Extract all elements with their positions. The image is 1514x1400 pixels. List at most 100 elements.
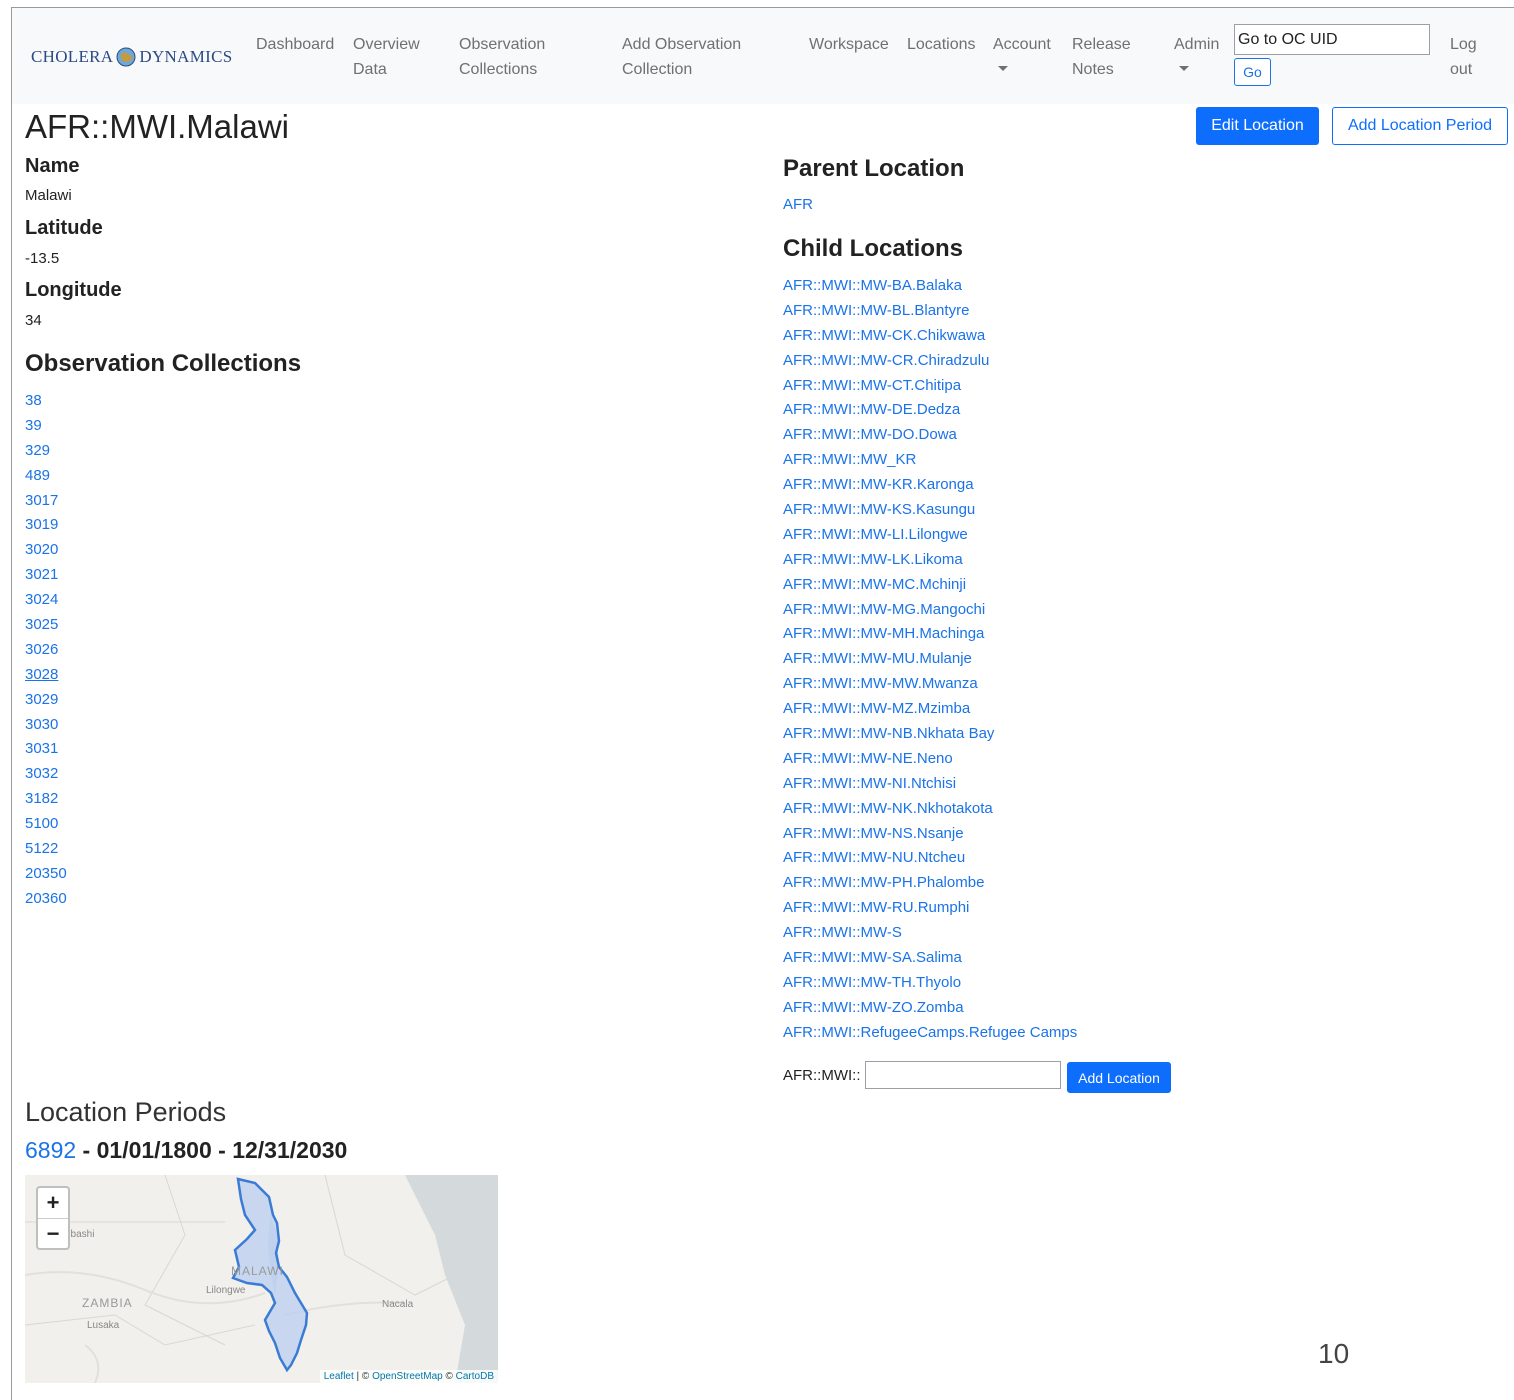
brand-logo[interactable]: CHOLERA DYNAMICS xyxy=(31,46,232,68)
child-location-link[interactable]: AFR::MWI::MW-ZO.Zomba xyxy=(783,999,964,1016)
nav-observation-collections[interactable]: Observation Collections xyxy=(459,32,545,82)
oc-link[interactable]: 38 xyxy=(25,392,42,409)
latitude-label: Latitude xyxy=(25,217,103,239)
oc-link[interactable]: 3024 xyxy=(25,591,58,608)
list-item: AFR::MWI::MW-MZ.Mzimba xyxy=(783,697,1077,722)
leaflet-link[interactable]: Leaflet xyxy=(324,1371,354,1382)
nav-logout[interactable]: Log out xyxy=(1450,32,1477,82)
add-location-button[interactable]: Add Location xyxy=(1067,1062,1171,1093)
zoom-out-button[interactable]: − xyxy=(38,1218,68,1248)
openstreetmap-link[interactable]: OpenStreetMap xyxy=(372,1371,443,1382)
list-item: AFR::MWI::MW-BL.Blantyre xyxy=(783,299,1077,324)
child-location-link[interactable]: AFR::MWI::MW-CR.Chiradzulu xyxy=(783,352,989,369)
nav-locations[interactable]: Locations xyxy=(907,32,976,57)
zoom-in-button[interactable]: + xyxy=(38,1188,68,1218)
nav-account-dropdown[interactable]: Account xyxy=(993,32,1051,71)
child-location-link[interactable]: AFR::MWI::MW-PH.Phalombe xyxy=(783,874,984,891)
child-location-link[interactable]: AFR::MWI::MW-NS.Nsanje xyxy=(783,825,964,842)
child-location-link[interactable]: AFR::MWI::MW-NE.Neno xyxy=(783,750,953,767)
nav-overview-data[interactable]: Overview Data xyxy=(353,32,420,82)
list-item: AFR::MWI::MW-RU.Rumphi xyxy=(783,896,1077,921)
oc-link[interactable]: 3017 xyxy=(25,492,58,509)
cartodb-link[interactable]: CartoDB xyxy=(456,1371,494,1382)
child-location-link[interactable]: AFR::MWI::MW-NK.Nkhotakota xyxy=(783,800,993,817)
slide-page-number: 10 xyxy=(1318,1338,1350,1369)
list-item: AFR::MWI::MW-PH.Phalombe xyxy=(783,871,1077,896)
add-location-input[interactable] xyxy=(865,1061,1061,1089)
child-location-link[interactable]: AFR::MWI::MW-TH.Thyolo xyxy=(783,974,961,991)
parent-location-link[interactable]: AFR xyxy=(783,196,813,213)
caret-down-icon xyxy=(998,66,1008,71)
list-item: 5100 xyxy=(25,812,67,837)
child-location-link[interactable]: AFR::MWI::MW-RU.Rumphi xyxy=(783,899,969,916)
child-location-link[interactable]: AFR::MWI::MW-CK.Chikwawa xyxy=(783,327,985,344)
nav-dashboard[interactable]: Dashboard xyxy=(256,32,334,57)
child-location-link[interactable]: AFR::MWI::MW-BA.Balaka xyxy=(783,277,962,294)
nav-obs-line2: Collections xyxy=(459,61,538,78)
child-location-link[interactable]: AFR::MWI::MW-KR.Karonga xyxy=(783,476,974,493)
map-ocean xyxy=(405,1175,498,1383)
oc-link[interactable]: 329 xyxy=(25,442,50,459)
list-item: AFR::MWI::MW-NE.Neno xyxy=(783,747,1077,772)
location-period-entry: 6892 - 01/01/1800 - 12/31/2030 xyxy=(25,1137,347,1164)
child-location-link[interactable]: AFR::MWI::MW-DE.Dedza xyxy=(783,401,960,418)
child-location-link[interactable]: AFR::MWI::MW-S xyxy=(783,924,902,941)
child-location-link[interactable]: AFR::MWI::MW-CT.Chitipa xyxy=(783,377,961,394)
location-period-link[interactable]: 6892 xyxy=(25,1137,76,1163)
child-location-link[interactable]: AFR::MWI::MW-SA.Salima xyxy=(783,949,962,966)
child-location-link[interactable]: AFR::MWI::MW-MW.Mwanza xyxy=(783,675,978,692)
child-location-link[interactable]: AFR::MWI::MW-KS.Kasungu xyxy=(783,501,975,518)
nav-workspace[interactable]: Workspace xyxy=(809,32,889,57)
oc-link[interactable]: 3031 xyxy=(25,740,58,757)
oc-link-hovered[interactable]: 3028 xyxy=(25,666,58,683)
add-location-period-button[interactable]: Add Location Period xyxy=(1332,107,1508,145)
child-location-link[interactable]: AFR::MWI::MW-BL.Blantyre xyxy=(783,302,969,319)
child-location-link[interactable]: AFR::MWI::MW-LK.Likoma xyxy=(783,551,963,568)
list-item: AFR::MWI::MW-S xyxy=(783,921,1077,946)
oc-link[interactable]: 3030 xyxy=(25,716,58,733)
oc-link[interactable]: 3020 xyxy=(25,541,58,558)
oc-link[interactable]: 20350 xyxy=(25,865,67,882)
oc-link[interactable]: 3029 xyxy=(25,691,58,708)
list-item: AFR::MWI::MW-MU.Mulanje xyxy=(783,647,1077,672)
oc-link[interactable]: 3032 xyxy=(25,765,58,782)
oc-link[interactable]: 3182 xyxy=(25,790,58,807)
list-item: 3017 xyxy=(25,489,67,514)
nav-release-notes[interactable]: Release Notes xyxy=(1072,32,1131,82)
child-location-link[interactable]: AFR::MWI::MW-MC.Mchinji xyxy=(783,576,966,593)
nav-release-line2: Notes xyxy=(1072,61,1114,78)
child-location-link[interactable]: AFR::MWI::MW_KR xyxy=(783,451,916,468)
oc-link[interactable]: 3019 xyxy=(25,516,58,533)
child-location-link[interactable]: AFR::MWI::MW-LI.Lilongwe xyxy=(783,526,968,543)
nav-addobs-line2: Collection xyxy=(622,61,693,78)
oc-go-button[interactable]: Go xyxy=(1234,58,1271,86)
child-location-link[interactable]: AFR::MWI::MW-NB.Nkhata Bay xyxy=(783,725,994,742)
child-location-link[interactable]: AFR::MWI::MW-MH.Machinga xyxy=(783,625,984,642)
child-location-link[interactable]: AFR::MWI::MW-NU.Ntcheu xyxy=(783,849,965,866)
child-location-link[interactable]: AFR::MWI::MW-MZ.Mzimba xyxy=(783,700,970,717)
oc-link[interactable]: 3025 xyxy=(25,616,58,633)
oc-link[interactable]: 39 xyxy=(25,417,42,434)
list-item: 3029 xyxy=(25,688,67,713)
edit-location-button[interactable]: Edit Location xyxy=(1196,107,1319,145)
oc-link[interactable]: 3026 xyxy=(25,641,58,658)
oc-uid-input[interactable] xyxy=(1234,24,1430,55)
list-item: 3182 xyxy=(25,787,67,812)
attr-separator: | © xyxy=(353,1371,373,1382)
child-location-link[interactable]: AFR::MWI::MW-MG.Mangochi xyxy=(783,601,985,618)
nav-admin-dropdown[interactable]: Admin xyxy=(1174,32,1219,71)
oc-link[interactable]: 5100 xyxy=(25,815,58,832)
oc-link[interactable]: 489 xyxy=(25,467,50,484)
child-location-link[interactable]: AFR::MWI::MW-DO.Dowa xyxy=(783,426,957,443)
oc-link[interactable]: 5122 xyxy=(25,840,58,857)
child-location-link[interactable]: AFR::MWI::RefugeeCamps.Refugee Camps xyxy=(783,1024,1077,1041)
list-item: AFR::MWI::MW-CR.Chiradzulu xyxy=(783,349,1077,374)
location-map[interactable]: MALAWI ZAMBIA Lilongwe Lusaka Nacala nba… xyxy=(25,1175,498,1383)
child-location-link[interactable]: AFR::MWI::MW-NI.Ntchisi xyxy=(783,775,956,792)
nav-add-observation-collection[interactable]: Add Observation Collection xyxy=(622,32,741,82)
oc-link[interactable]: 3021 xyxy=(25,566,58,583)
frame-border-left xyxy=(11,7,12,1400)
nav-obs-line1: Observation xyxy=(459,36,546,53)
child-location-link[interactable]: AFR::MWI::MW-MU.Mulanje xyxy=(783,650,972,667)
oc-link[interactable]: 20360 xyxy=(25,890,67,907)
